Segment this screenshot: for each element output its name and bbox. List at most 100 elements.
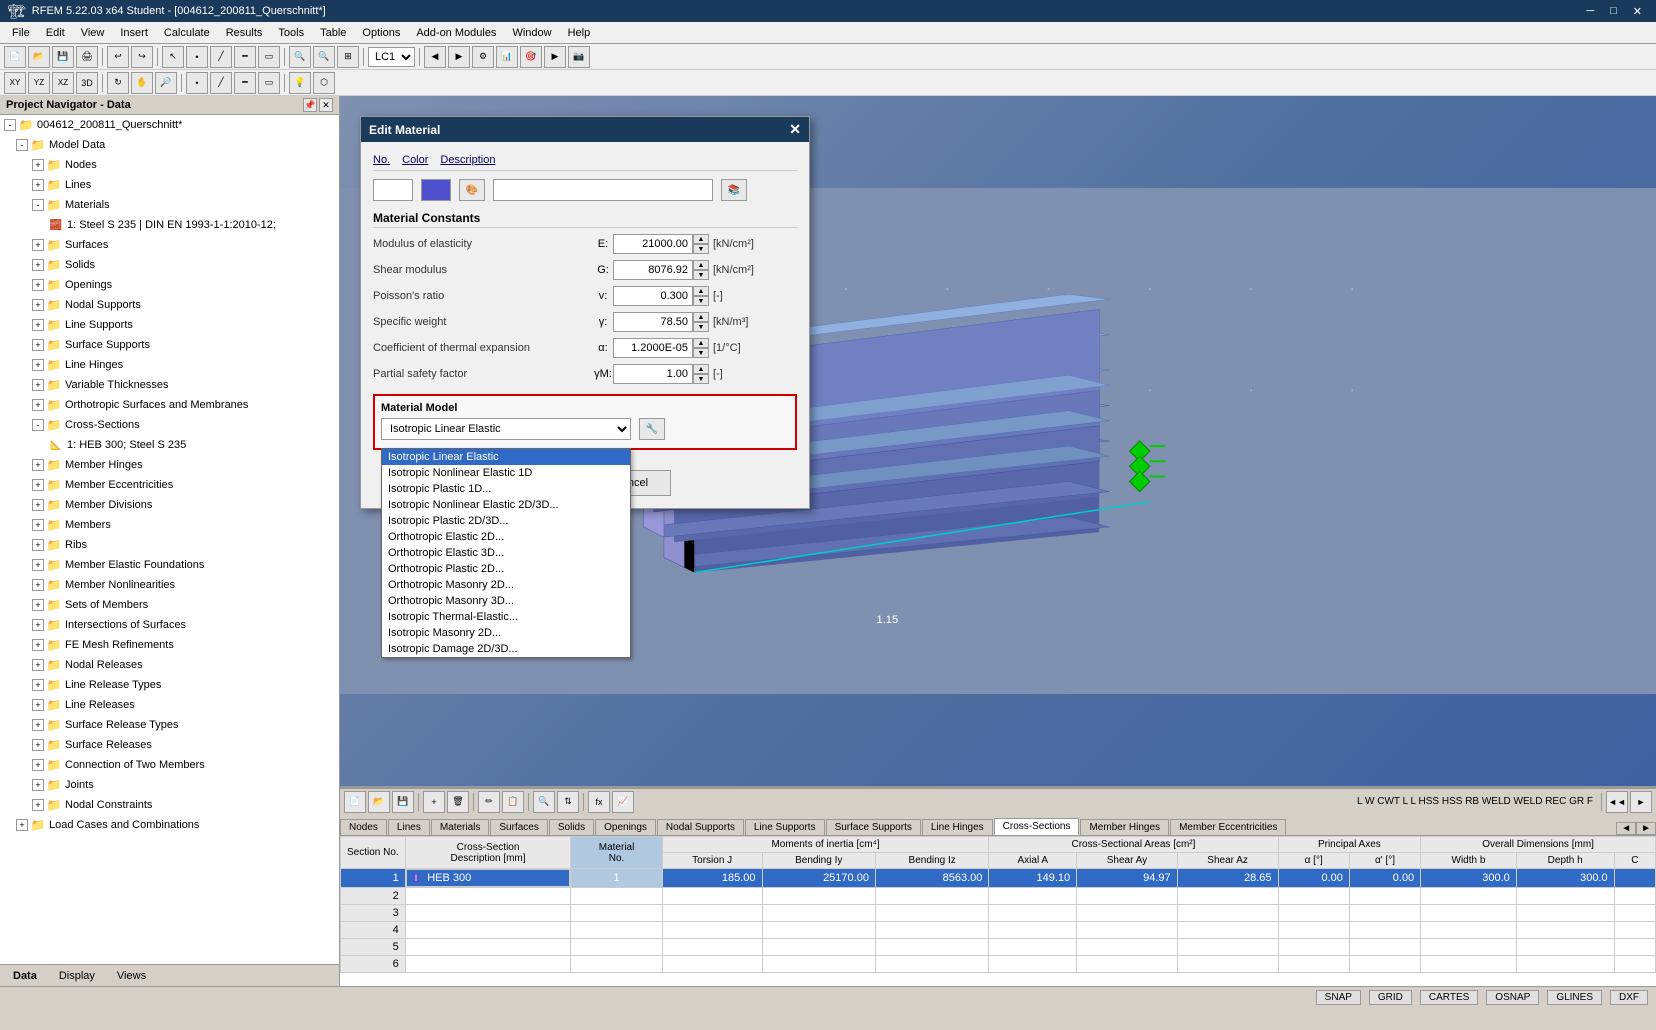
tree-nodal-supports[interactable]: + 📁 Nodal Supports	[0, 295, 339, 315]
tb2-zoom[interactable]: 🔎	[155, 72, 177, 94]
expand-member-elastic[interactable]: +	[32, 559, 44, 571]
specific-weight-input[interactable]	[613, 312, 693, 332]
expand-ribs[interactable]: +	[32, 539, 44, 551]
tab-scroll-right[interactable]: ►	[1636, 822, 1656, 835]
grid-btn[interactable]: GRID	[1369, 990, 1412, 1005]
expand-intersections[interactable]: +	[32, 619, 44, 631]
tab-lines[interactable]: Lines	[388, 819, 430, 835]
menu-table[interactable]: Table	[312, 25, 354, 41]
table-row-5[interactable]: 5	[341, 939, 1656, 956]
tree-load-cases[interactable]: + 📁 Load Cases and Combinations	[0, 815, 339, 835]
menu-options[interactable]: Options	[354, 25, 408, 41]
tree-line-releases[interactable]: + 📁 Line Releases	[0, 695, 339, 715]
expand-member-nonlin[interactable]: +	[32, 579, 44, 591]
tab-member-eccentricities[interactable]: Member Eccentricities	[1170, 819, 1286, 835]
bottom-tb-formula[interactable]: fx	[588, 791, 610, 813]
osnap-btn[interactable]: OSNAP	[1486, 990, 1539, 1005]
tb-zoom-out[interactable]: 🔍	[313, 46, 335, 68]
bottom-tb-chart[interactable]: 📈	[612, 791, 634, 813]
tree-orthotropic[interactable]: + 📁 Orthotropic Surfaces and Membranes	[0, 395, 339, 415]
minimize-btn[interactable]: ─	[1580, 5, 1600, 18]
bottom-tb-sort[interactable]: ⇅	[557, 791, 579, 813]
bottom-tb-close[interactable]: ◄◄	[1606, 791, 1628, 813]
dropdown-item-isotropic-masonry-2d[interactable]: Isotropic Masonry 2D...	[382, 625, 630, 641]
tree-cs1[interactable]: 📐 1: HEB 300; Steel S 235	[0, 435, 339, 455]
tab-display[interactable]: Display	[50, 968, 104, 984]
dxf-btn[interactable]: DXF	[1610, 990, 1648, 1005]
thermal-down-btn[interactable]: ▼	[693, 348, 709, 358]
tree-lines[interactable]: + 📁 Lines	[0, 175, 339, 195]
bottom-tb-add[interactable]: +	[423, 791, 445, 813]
tree-member-eccentricities[interactable]: + 📁 Member Eccentricities	[0, 475, 339, 495]
tb-surface[interactable]: ▭	[258, 46, 280, 68]
expand-materials[interactable]: -	[32, 199, 44, 211]
modulus-up-btn[interactable]: ▲	[693, 234, 709, 244]
tree-surface-release-types[interactable]: + 📁 Surface Release Types	[0, 715, 339, 735]
material-model-browse-btn[interactable]: 🔧	[639, 418, 665, 440]
color-swatch[interactable]	[421, 179, 451, 201]
menu-tools[interactable]: Tools	[270, 25, 312, 41]
tab-surface-supports[interactable]: Surface Supports	[826, 819, 921, 835]
tree-nodal-releases[interactable]: + 📁 Nodal Releases	[0, 655, 339, 675]
expand-lines[interactable]: +	[32, 179, 44, 191]
expand-cross-sections[interactable]: -	[32, 419, 44, 431]
tree-fe-mesh[interactable]: + 📁 FE Mesh Refinements	[0, 635, 339, 655]
tree-ribs[interactable]: + 📁 Ribs	[0, 535, 339, 555]
tb-select[interactable]: ↖	[162, 46, 184, 68]
tb-results[interactable]: 📊	[496, 46, 518, 68]
expand-line-releases[interactable]: +	[32, 699, 44, 711]
tree-materials[interactable]: - 📁 Materials	[0, 195, 339, 215]
safety-up-btn[interactable]: ▲	[693, 364, 709, 374]
table-row-2[interactable]: 2	[341, 888, 1656, 905]
tb-undo[interactable]: ↩	[107, 46, 129, 68]
tab-openings[interactable]: Openings	[595, 819, 656, 835]
tb2-members-vis[interactable]: ━	[234, 72, 256, 94]
spec-weight-down-btn[interactable]: ▼	[693, 322, 709, 332]
expand-solids[interactable]: +	[32, 259, 44, 271]
expand-nodal-supports[interactable]: +	[32, 299, 44, 311]
tree-connection-two-members[interactable]: + 📁 Connection of Two Members	[0, 755, 339, 775]
tree-intersections[interactable]: + 📁 Intersections of Surfaces	[0, 615, 339, 635]
expand-var-thick[interactable]: +	[32, 379, 44, 391]
dropdown-item-isotropic-plastic-1d[interactable]: Isotropic Plastic 1D...	[382, 481, 630, 497]
expand-orthotropic[interactable]: +	[32, 399, 44, 411]
tb-redo[interactable]: ↪	[131, 46, 153, 68]
table-row-6[interactable]: 6	[341, 956, 1656, 973]
tree-nodal-constraints[interactable]: + 📁 Nodal Constraints	[0, 795, 339, 815]
bottom-tb-edit[interactable]: ✏	[478, 791, 500, 813]
tb-member[interactable]: ━	[234, 46, 256, 68]
expand-joints[interactable]: +	[32, 779, 44, 791]
expand-member-div[interactable]: +	[32, 499, 44, 511]
expand-surf-rel-types[interactable]: +	[32, 719, 44, 731]
expand-model-data[interactable]: -	[16, 139, 28, 151]
tb-animate[interactable]: ▶	[544, 46, 566, 68]
description-input[interactable]: Steel S 235	[493, 179, 713, 201]
cartes-btn[interactable]: CARTES	[1420, 990, 1478, 1005]
tree-solids[interactable]: + 📁 Solids	[0, 255, 339, 275]
tb-zoom-in[interactable]: 🔍	[289, 46, 311, 68]
menu-calculate[interactable]: Calculate	[156, 25, 218, 41]
description-browse-btn[interactable]: 📚	[721, 179, 747, 201]
tree-joints[interactable]: + 📁 Joints	[0, 775, 339, 795]
poisson-down-btn[interactable]: ▼	[693, 296, 709, 306]
tree-surface-releases[interactable]: + 📁 Surface Releases	[0, 735, 339, 755]
lc-combo[interactable]: LC1	[368, 47, 415, 67]
expand-load-cases[interactable]: +	[16, 819, 28, 831]
tree-line-supports[interactable]: + 📁 Line Supports	[0, 315, 339, 335]
menu-help[interactable]: Help	[560, 25, 599, 41]
safety-down-btn[interactable]: ▼	[693, 374, 709, 384]
tab-surfaces[interactable]: Surfaces	[490, 819, 547, 835]
dropdown-item-orthotropic-plastic-2d[interactable]: Orthotropic Plastic 2D...	[382, 561, 630, 577]
shear-input[interactable]	[613, 260, 693, 280]
glines-btn[interactable]: GLINES	[1547, 990, 1602, 1005]
expand-line-hinges[interactable]: +	[32, 359, 44, 371]
no-input[interactable]: 1	[373, 179, 413, 201]
tab-cross-sections[interactable]: Cross-Sections	[994, 818, 1080, 835]
dropdown-item-isotropic-plastic-2d3d[interactable]: Isotropic Plastic 2D/3D...	[382, 513, 630, 529]
tree-surfaces[interactable]: + 📁 Surfaces	[0, 235, 339, 255]
expand-sets-members[interactable]: +	[32, 599, 44, 611]
tb2-render[interactable]: 💡	[289, 72, 311, 94]
modulus-down-btn[interactable]: ▼	[693, 244, 709, 254]
dialog-close-btn[interactable]: ✕	[789, 121, 801, 138]
expand-fe-mesh[interactable]: +	[32, 639, 44, 651]
